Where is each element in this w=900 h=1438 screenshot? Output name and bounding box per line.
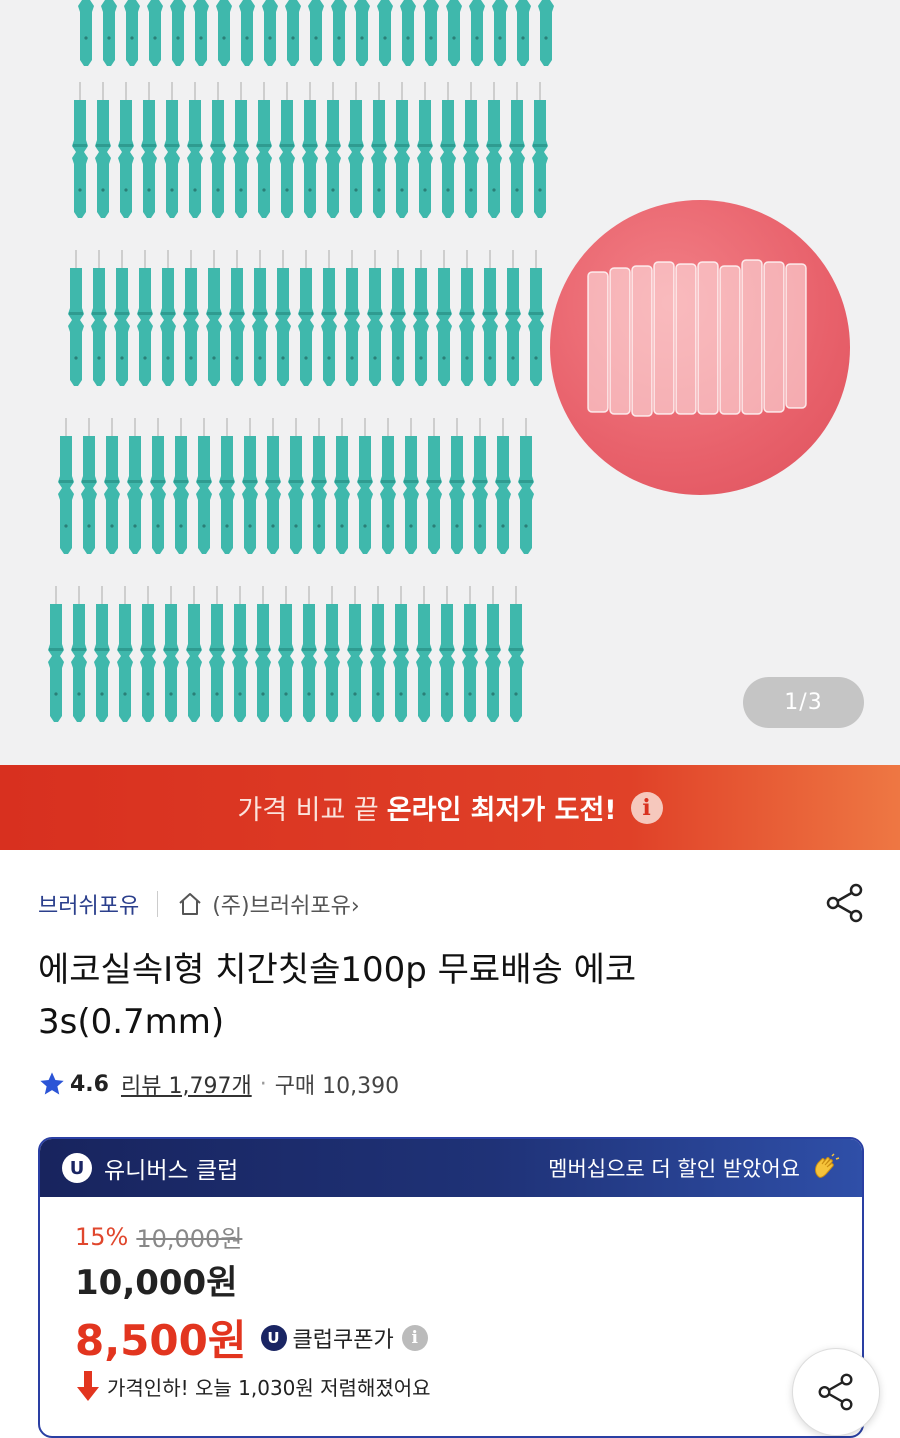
review-count-link[interactable]: 리뷰 1,797개: [121, 1068, 252, 1100]
lowest-price-banner[interactable]: 가격 비교 끝 온라인 최저가 도전! i: [0, 765, 900, 850]
sale-price: 10,000원: [75, 1263, 238, 1303]
share-icon: [818, 1373, 853, 1411]
product-title: 에코실속I형 치간칫솔100p 무료배송 에코 3s(0.7mm): [38, 950, 637, 1042]
club-badge-icon: U: [260, 1324, 287, 1351]
separator-dot: ·: [259, 1071, 267, 1097]
club-header[interactable]: U 유니버스 클럽 멤버십으로 더 할인 받았어요: [40, 1139, 862, 1197]
divider: [157, 891, 159, 917]
image-counter: 1/3: [743, 677, 864, 728]
club-price-row: 8,500원 U 클럽쿠폰가 i: [75, 1307, 428, 1368]
club-name: 유니버스 클럽: [104, 1158, 239, 1184]
seller-row: 브러쉬포유 (주)브러쉬포유›: [38, 882, 360, 926]
clap-icon: [815, 1153, 840, 1178]
rating-score: 4.6: [70, 1071, 109, 1097]
club-badge-icon: U: [62, 1153, 92, 1183]
home-icon: [179, 893, 201, 915]
discount-line: 15% 10,000원: [75, 1219, 242, 1254]
discount-percent: 15%: [75, 1222, 129, 1251]
packaging-tubes-photo: [550, 200, 850, 495]
store-name: (주)브러쉬포유: [212, 894, 351, 919]
coupon-label: 클럽쿠폰가: [292, 1327, 394, 1353]
brand-link[interactable]: 브러쉬포유: [38, 888, 139, 920]
floating-share-button[interactable]: [792, 1348, 880, 1436]
rating-row: 4.6 리뷰 1,797개 · 구매 10,390: [38, 1066, 399, 1102]
promo-highlight: 온라인 최저가 도전!: [386, 795, 617, 826]
product-image-gallery[interactable]: 1/3: [0, 0, 900, 765]
price-down-icon: [77, 1371, 99, 1401]
promo-prefix: 가격 비교 끝: [237, 795, 379, 826]
purchase-count: 구매 10,390: [274, 1074, 400, 1099]
club-message-text: 멤버십으로 더 할인 받았어요: [548, 1157, 800, 1181]
info-icon[interactable]: i: [401, 1324, 428, 1351]
star-icon: [40, 1072, 64, 1095]
club-price: 8,500원: [75, 1316, 247, 1365]
store-link[interactable]: (주)브러쉬포유›: [212, 888, 359, 920]
price-drop-text: 가격인하! 오늘 1,030원 저렴해졌어요: [107, 1375, 431, 1400]
price-drop-notice: 가격인하! 오늘 1,030원 저렴해졌어요: [75, 1369, 431, 1403]
universe-club-box: U 유니버스 클럽 멤버십으로 더 할인 받았어요 15% 10,000원 10…: [38, 1137, 864, 1438]
original-price: 10,000원: [136, 1225, 243, 1253]
chevron-right-icon: ›: [350, 894, 360, 919]
info-icon[interactable]: i: [630, 791, 663, 824]
share-icon[interactable]: [822, 880, 868, 926]
club-message: 멤버십으로 더 할인 받았어요: [548, 1153, 840, 1183]
